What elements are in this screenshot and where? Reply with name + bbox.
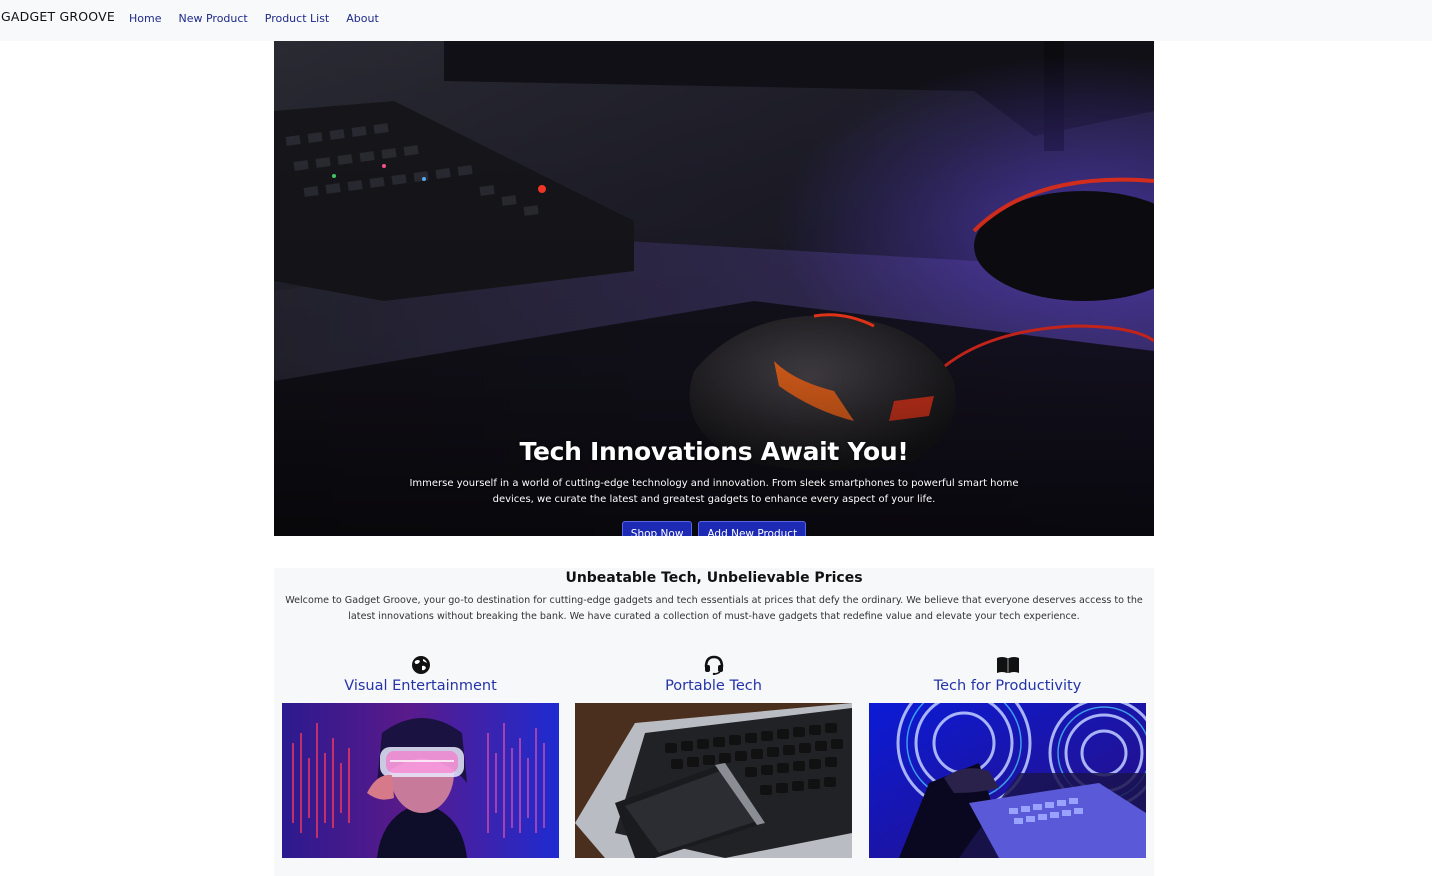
hero-content: Tech Innovations Await You! Immerse your… [274, 437, 1154, 536]
laptop-neon-image [869, 703, 1146, 858]
brand-logo[interactable]: GADGET GROOVE [1, 9, 115, 24]
nav-link-product-list[interactable]: Product List [265, 12, 330, 25]
nav-link-new-product[interactable]: New Product [178, 12, 247, 25]
feature-card-visual-entertainment: Visual Entertainment [282, 654, 559, 858]
add-new-product-button[interactable]: Add New Product [698, 521, 807, 536]
feature-card-tech-for-productivity: Tech for Productivity [869, 654, 1146, 858]
features-section: Unbeatable Tech, Unbelievable Prices Wel… [274, 568, 1154, 876]
globe-icon [282, 654, 559, 676]
card-title: Portable Tech [665, 678, 762, 694]
card-title: Visual Entertainment [344, 678, 497, 694]
hero-description: Immerse yourself in a world of cutting-e… [409, 478, 1019, 505]
features-description: Welcome to Gadget Groove, your go-to des… [285, 595, 1143, 622]
shop-now-button[interactable]: Shop Now [621, 521, 693, 536]
hero-buttons: Shop Now Add New Product [274, 521, 1154, 536]
navbar: GADGET GROOVE Home New Product Product L… [0, 0, 1432, 41]
vr-headset-image [282, 703, 559, 858]
book-icon [869, 654, 1146, 676]
feature-card-portable-tech: Portable Tech [575, 654, 852, 858]
card-title: Tech for Productivity [933, 678, 1082, 694]
nav-link-home[interactable]: Home [129, 12, 161, 25]
nav-links: Home New Product Product List About [129, 12, 396, 25]
headset-icon [575, 654, 852, 676]
phone-keyboard-image [575, 703, 852, 858]
hero-title: Tech Innovations Await You! [519, 437, 909, 466]
hero-section: Tech Innovations Await You! Immerse your… [274, 41, 1154, 536]
nav-link-about[interactable]: About [346, 12, 379, 25]
features-title: Unbeatable Tech, Unbelievable Prices [565, 570, 863, 586]
